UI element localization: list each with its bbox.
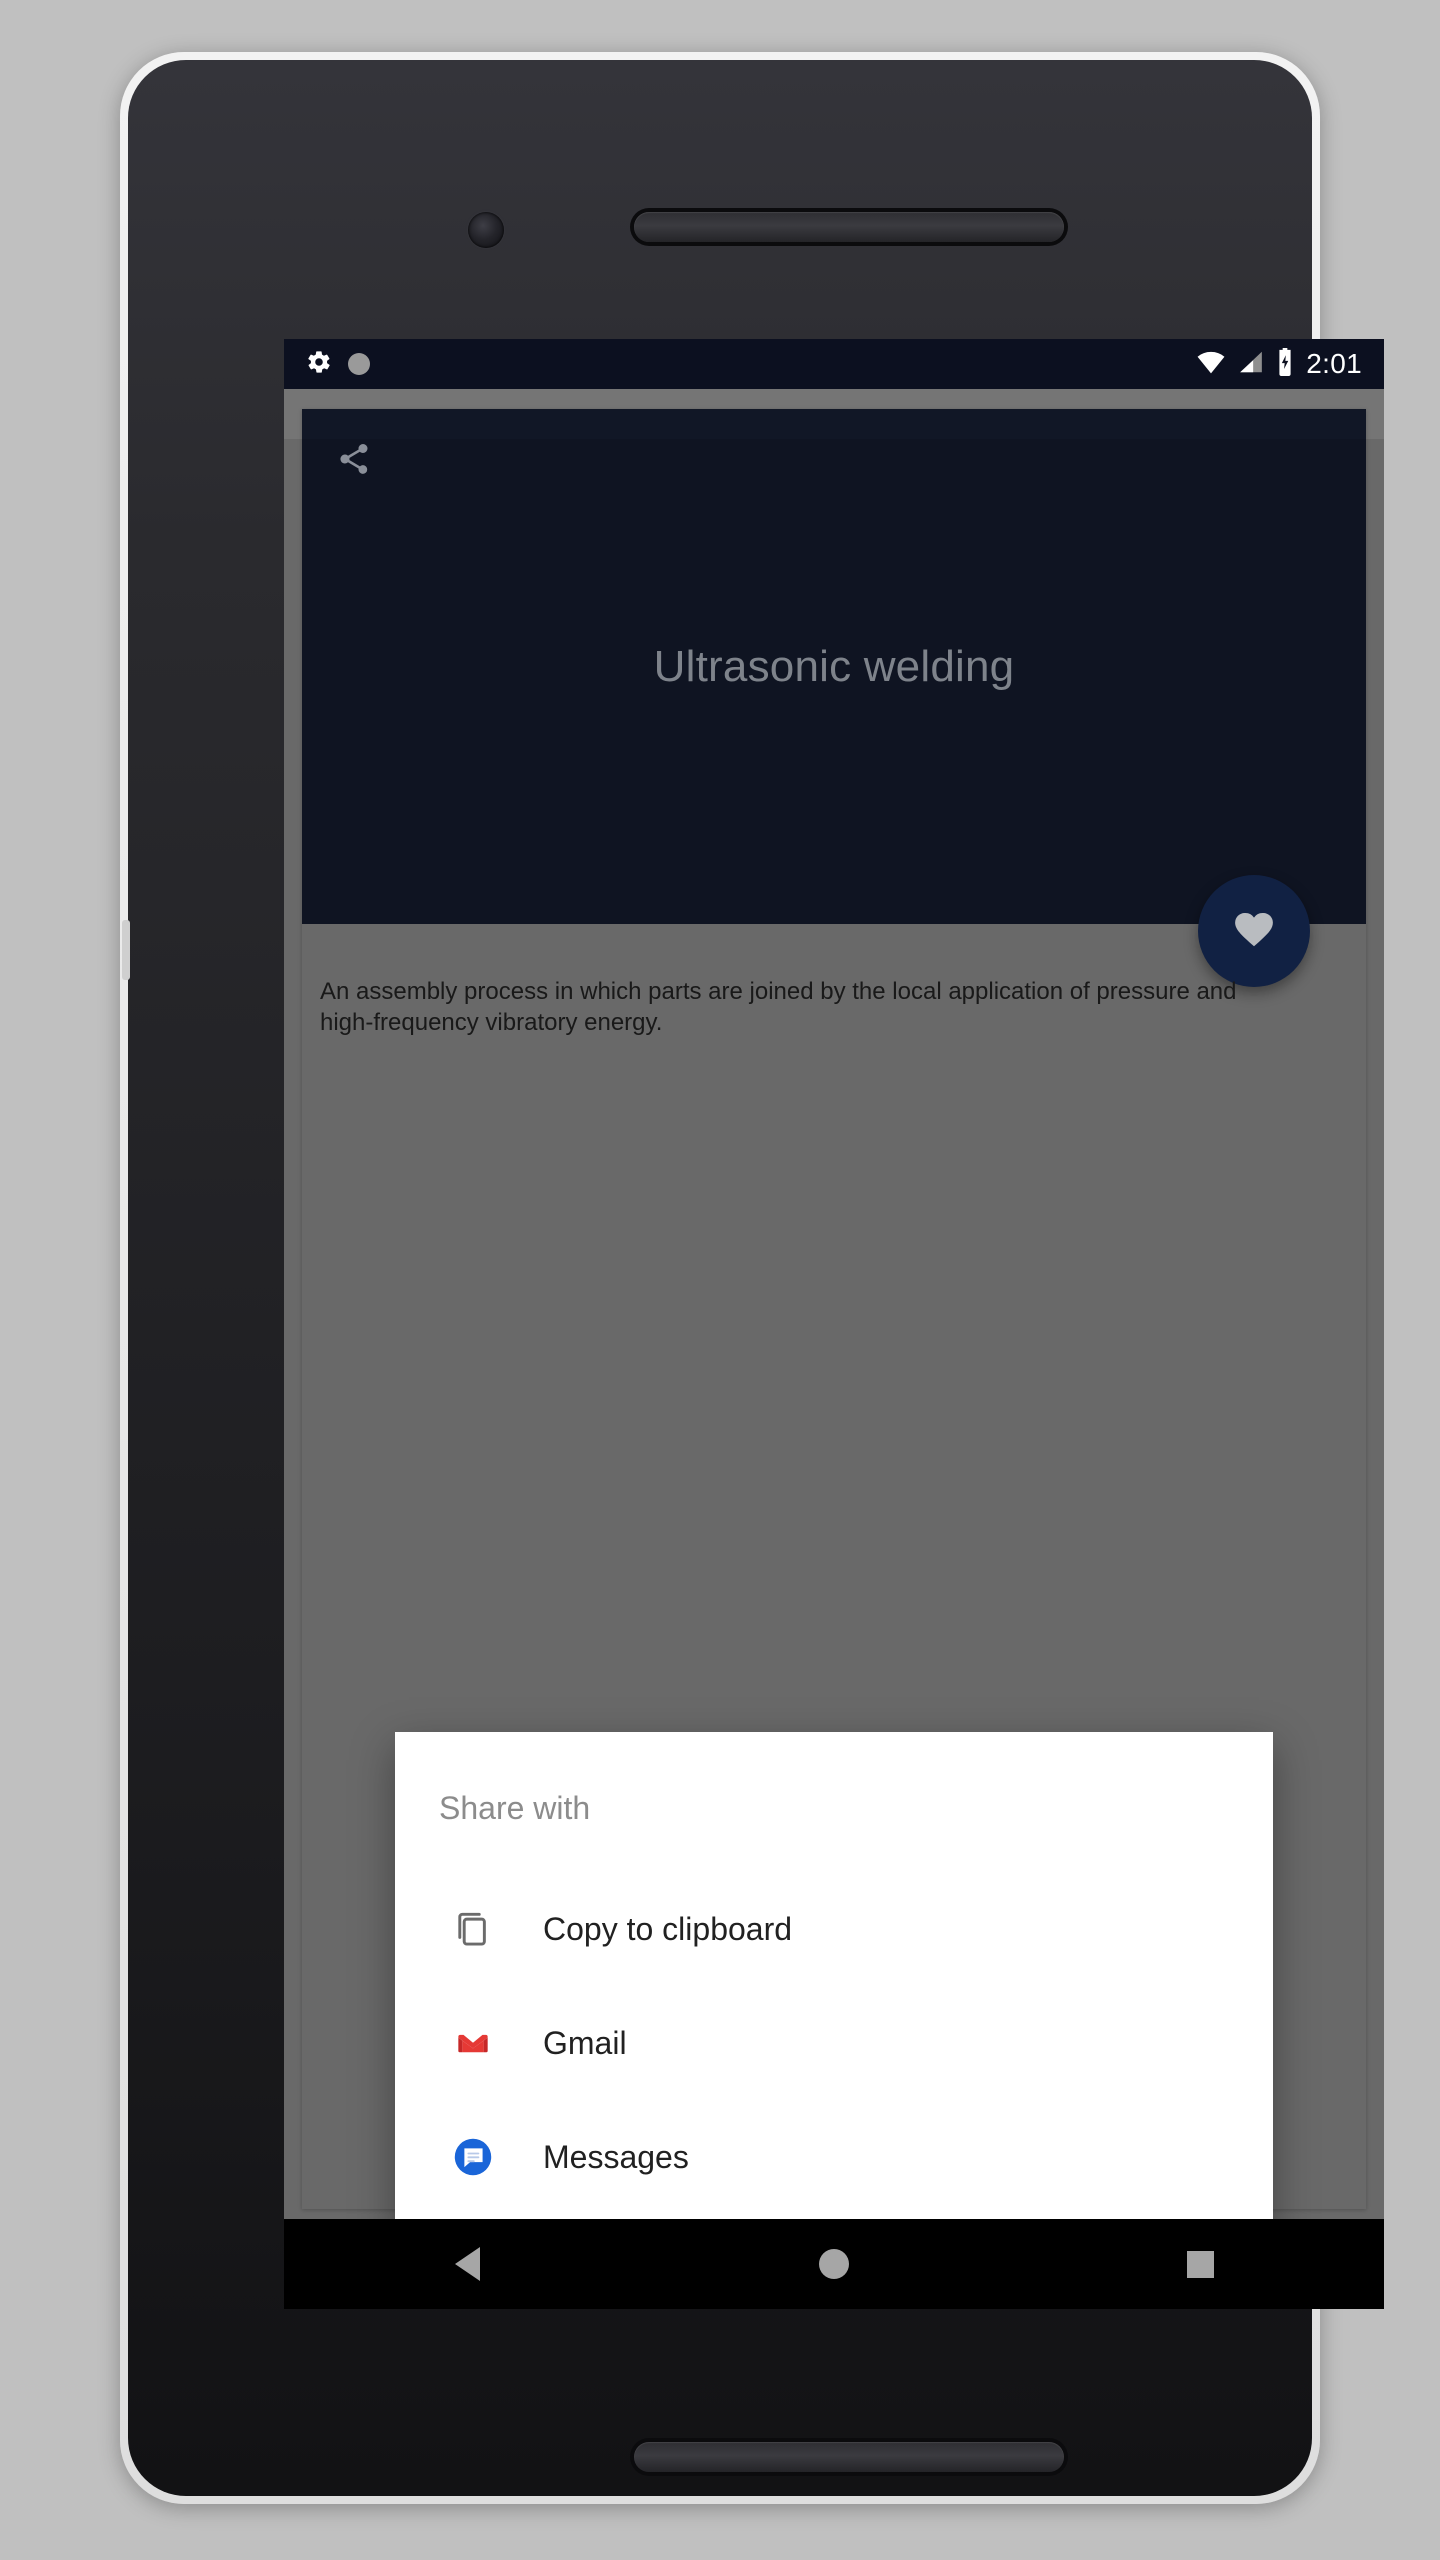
earpiece-speaker: [634, 212, 1064, 242]
back-button[interactable]: [407, 2219, 527, 2309]
phone-device-frame: 2:01 Ultrasonic welding An assembly proc…: [120, 52, 1384, 2504]
wifi-icon: [1196, 350, 1226, 379]
cellular-signal-icon: [1238, 350, 1264, 379]
home-circle-icon: [818, 2249, 849, 2279]
status-bar-left-icons: [306, 349, 370, 380]
messages-icon: [445, 2129, 501, 2185]
battery-charging-icon: [1276, 347, 1294, 381]
share-item-label: Copy to clipboard: [543, 1910, 793, 1947]
back-triangle-icon: [454, 2247, 480, 2281]
share-item-label: Messages: [543, 2138, 689, 2175]
recents-button[interactable]: [1141, 2219, 1261, 2309]
bottom-speaker: [634, 2442, 1064, 2472]
share-item-messages[interactable]: Messages: [395, 2100, 1273, 2214]
status-bar: 2:01: [284, 339, 1384, 389]
dialog-title: Share with: [439, 1790, 591, 1826]
gmail-icon: [445, 2015, 501, 2071]
sim-tray[interactable]: [122, 920, 130, 980]
copy-to-clipboard-icon: [445, 1901, 501, 1957]
status-bar-clock: 2:01: [1306, 348, 1362, 379]
front-camera-icon: [468, 212, 504, 248]
recents-square-icon: [1187, 2250, 1215, 2278]
settings-gear-icon: [306, 349, 332, 380]
status-bar-right-icons: 2:01: [1196, 347, 1362, 381]
phone-screen: 2:01 Ultrasonic welding An assembly proc…: [284, 339, 1384, 2309]
notification-dot-icon: [348, 353, 370, 375]
home-button[interactable]: [774, 2219, 894, 2309]
navigation-bar: [284, 2219, 1384, 2309]
share-item-label: Gmail: [543, 2024, 627, 2061]
share-item-gmail[interactable]: Gmail: [395, 1986, 1273, 2100]
share-item-copy-to-clipboard[interactable]: Copy to clipboard: [395, 1872, 1273, 1986]
